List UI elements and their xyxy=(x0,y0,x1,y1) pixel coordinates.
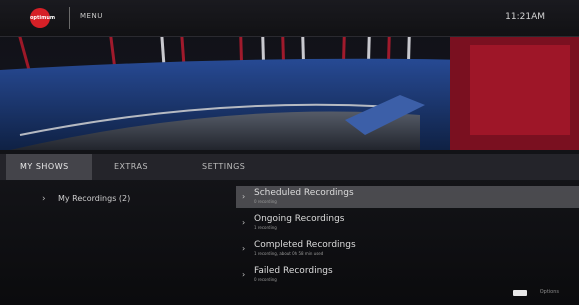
header-divider xyxy=(69,7,70,29)
menu-label[interactable]: MENU xyxy=(80,12,103,20)
sidebar-item-my-recordings[interactable]: › My Recordings (2) xyxy=(6,191,206,209)
clock: 11:21AM xyxy=(505,12,545,22)
chevron-right-icon: › xyxy=(42,194,46,204)
list-item-failed-recordings[interactable]: › Failed Recordings 0 recording xyxy=(236,264,579,286)
tv-guide-screen: optimum MENU 11:21AM MY SHOWS EXTRAS SET… xyxy=(0,0,579,305)
remote-button-icon xyxy=(513,290,527,296)
chevron-right-icon: › xyxy=(242,192,246,201)
chevron-right-icon: › xyxy=(242,244,246,253)
optimum-logo: optimum xyxy=(30,8,55,28)
chevron-right-icon: › xyxy=(242,270,246,279)
list-item-completed-recordings[interactable]: › Completed Recordings 1 recording, abou… xyxy=(236,238,579,260)
tab-my-shows[interactable]: MY SHOWS xyxy=(6,154,92,180)
list-item-subtitle: 1 recording, about 0h 58 min used xyxy=(254,251,324,256)
list-item-ongoing-recordings[interactable]: › Ongoing Recordings 1 recording xyxy=(236,212,579,234)
list-item-title: Completed Recordings xyxy=(254,240,356,250)
tab-settings[interactable]: SETTINGS xyxy=(202,154,272,180)
top-bar: optimum MENU 11:21AM xyxy=(0,0,579,37)
chevron-right-icon: › xyxy=(242,218,246,227)
list-item-subtitle: 1 recording xyxy=(254,225,277,230)
list-item-title: Failed Recordings xyxy=(254,266,333,276)
sidebar-item-label: My Recordings (2) xyxy=(58,194,131,203)
footer-hint-label: Options xyxy=(539,289,559,295)
tab-extras[interactable]: EXTRAS xyxy=(114,154,174,180)
tab-bar: MY SHOWS EXTRAS SETTINGS xyxy=(0,154,579,180)
list-item-title: Scheduled Recordings xyxy=(254,188,354,198)
list-item-subtitle: 0 recording xyxy=(254,277,277,282)
list-item-scheduled-recordings[interactable]: › Scheduled Recordings 0 recording xyxy=(236,186,579,208)
list-item-title: Ongoing Recordings xyxy=(254,214,345,224)
list-item-subtitle: 0 recording xyxy=(254,199,277,204)
